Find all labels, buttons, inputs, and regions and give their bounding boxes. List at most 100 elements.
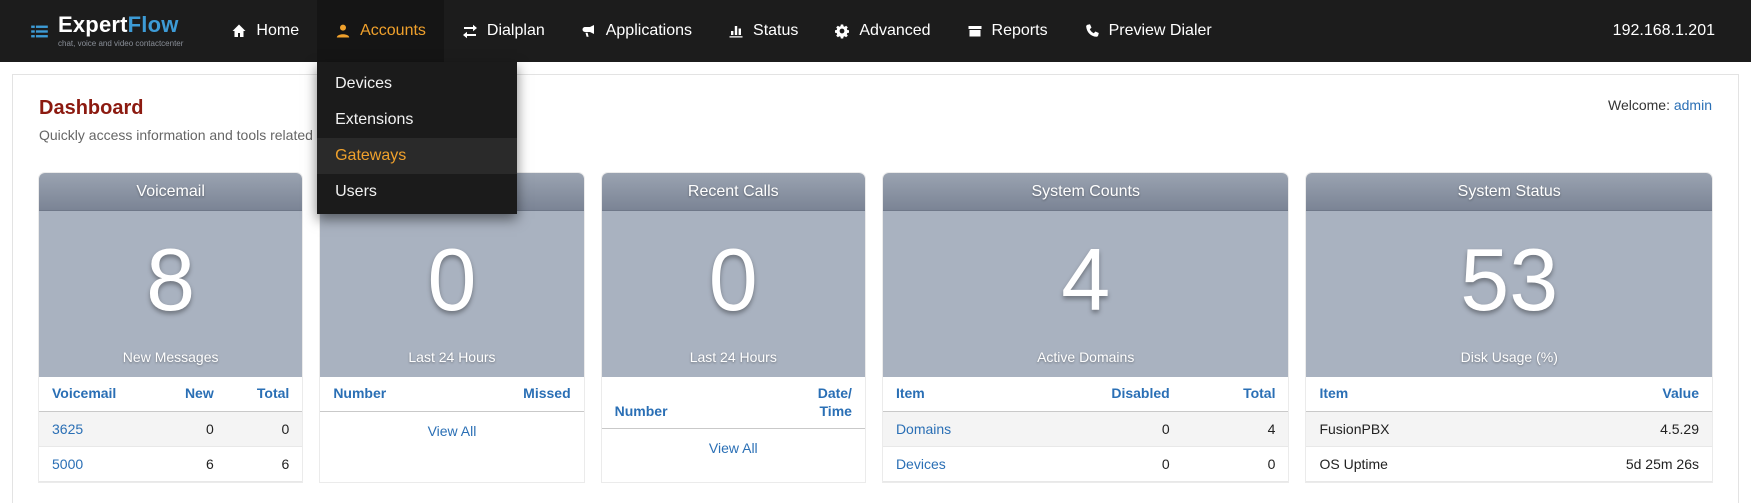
cell-link[interactable]: Devices	[896, 456, 946, 472]
table-cell: 0	[156, 411, 227, 446]
nav-item-label: Home	[256, 22, 299, 40]
menu-item-devices[interactable]: Devices	[317, 66, 517, 102]
table-cell: 4.5.29	[1506, 411, 1712, 446]
welcome-text: Welcome: admin	[1608, 97, 1712, 113]
card-big-number: 8	[146, 211, 195, 349]
table-cell: FusionPBX	[1306, 411, 1506, 446]
column-header-item: Item	[883, 377, 1030, 411]
column-header-disabled: Disabled	[1030, 377, 1183, 411]
welcome-label: Welcome:	[1608, 97, 1670, 113]
brand-tagline: chat, voice and video contactcenter	[58, 39, 183, 48]
menu-item-gateways[interactable]: Gateways	[317, 138, 517, 174]
server-ip: 192.168.1.201	[1577, 0, 1751, 62]
nav-item-label: Status	[753, 22, 798, 40]
page-header: Dashboard Quickly access information and…	[39, 97, 1712, 143]
main-menu: Home Accounts DevicesExtensionsGatewaysU…	[213, 0, 1229, 62]
column-header-item: Item	[1306, 377, 1506, 411]
dashboard-cards: Voicemail 8 New Messages VoicemailNewTot…	[39, 173, 1712, 482]
table-cell: 3625	[39, 411, 156, 446]
card-hero: 53 Disk Usage (%)	[1306, 211, 1712, 377]
megaphone-icon	[581, 23, 597, 39]
card-title: Recent Calls	[602, 173, 865, 211]
nav-item-label: Advanced	[859, 22, 930, 40]
table-row: Devices 00	[883, 446, 1289, 481]
page-title: Dashboard	[39, 97, 313, 120]
table-cell: 0	[1183, 446, 1289, 481]
table-row: FusionPBX4.5.29	[1306, 411, 1712, 446]
column-header-number: Number	[320, 377, 456, 411]
nav-item-reports[interactable]: Reports	[949, 0, 1066, 62]
card-hero: 0 Last 24 Hours	[320, 211, 583, 377]
card-big-number: 53	[1460, 211, 1558, 349]
table-cell: 6	[156, 446, 227, 481]
column-header-value: Value	[1506, 377, 1712, 411]
card-table: ItemValue FusionPBX4.5.29OS Uptime5d 25m…	[1306, 377, 1712, 482]
card-table: NumberDate/ Time	[602, 377, 865, 429]
cell-link[interactable]: 5000	[52, 456, 83, 472]
table-header-row: NumberMissed	[320, 377, 583, 411]
table-cell: 5d 25m 26s	[1506, 446, 1712, 481]
table-row: 362500	[39, 411, 302, 446]
card-caption: Last 24 Hours	[690, 349, 777, 377]
accounts-dropdown-menu: DevicesExtensionsGatewaysUsers	[317, 62, 517, 214]
view-all-link[interactable]: View All	[709, 429, 758, 469]
brand-logo[interactable]: ExpertFlow chat, voice and video contact…	[0, 0, 213, 62]
nav-item-status[interactable]: Status	[710, 0, 816, 62]
nav-item-applications[interactable]: Applications	[563, 0, 710, 62]
cell-link[interactable]: Domains	[896, 421, 951, 437]
welcome-user-link[interactable]: admin	[1674, 97, 1712, 113]
card-table: ItemDisabledTotal Domains 04 Devices 00	[883, 377, 1289, 482]
card-hero: 0 Last 24 Hours	[602, 211, 865, 377]
card-title: Voicemail	[39, 173, 302, 211]
card-table: NumberMissed	[320, 377, 583, 412]
table-cell: 6	[227, 446, 303, 481]
nav-item-preview-dialer[interactable]: Preview Dialer	[1066, 0, 1230, 62]
card-recent-calls: Recent Calls 0 Last 24 Hours NumberDate/…	[602, 173, 865, 482]
card-system-counts: System Counts 4 Active Domains ItemDisab…	[883, 173, 1289, 482]
table-header-row: ItemDisabledTotal	[883, 377, 1289, 411]
table-row: OS Uptime5d 25m 26s	[1306, 446, 1712, 481]
view-all-link[interactable]: View All	[428, 412, 477, 452]
column-header-total: Total	[227, 377, 303, 411]
nav-item-label: Reports	[992, 22, 1048, 40]
menu-item-users[interactable]: Users	[317, 174, 517, 210]
nav-item-dialplan[interactable]: Dialplan	[444, 0, 563, 62]
nav-item-advanced[interactable]: Advanced	[816, 0, 948, 62]
brand-name-part1: Expert	[58, 12, 128, 37]
table-row: 5000 66	[39, 446, 302, 481]
table-row: Domains 04	[883, 411, 1289, 446]
card-hero: 4 Active Domains	[883, 211, 1289, 377]
nav-item-accounts[interactable]: Accounts DevicesExtensionsGatewaysUsers	[317, 0, 444, 62]
cell-link[interactable]: 3625	[52, 421, 83, 437]
column-header-voicemail: Voicemail	[39, 377, 156, 411]
nav-item-home[interactable]: Home	[213, 0, 317, 62]
card-caption: Disk Usage (%)	[1461, 349, 1558, 377]
card-missed-calls: Missed Calls 0 Last 24 Hours NumberMisse…	[320, 173, 583, 482]
view-all-area: View All	[320, 412, 583, 452]
page-subtitle: Quickly access information and tools rel…	[39, 127, 313, 143]
table-cell: 4	[1183, 411, 1289, 446]
card-big-number: 0	[427, 211, 476, 349]
table-cell: Domains	[883, 411, 1030, 446]
table-cell: 0	[1030, 446, 1183, 481]
card-caption: Active Domains	[1037, 349, 1134, 377]
table-cell: 5000	[39, 446, 156, 481]
column-header-new: New	[156, 377, 227, 411]
table-header-row: VoicemailNewTotal	[39, 377, 302, 411]
nav-item-label: Preview Dialer	[1109, 22, 1212, 40]
nav-item-label: Accounts	[360, 22, 426, 40]
expertflow-logo-icon	[30, 22, 49, 41]
menu-item-extensions[interactable]: Extensions	[317, 102, 517, 138]
table-cell: Devices	[883, 446, 1030, 481]
brand-name-part2: Flow	[128, 12, 179, 37]
table-cell: 0	[1030, 411, 1183, 446]
card-hero: 8 New Messages	[39, 211, 302, 377]
top-navbar: ExpertFlow chat, voice and video contact…	[0, 0, 1751, 62]
bar-chart-icon	[728, 23, 744, 39]
table-header-row: NumberDate/ Time	[602, 377, 865, 429]
nav-item-label: Dialplan	[487, 22, 545, 40]
card-voicemail: Voicemail 8 New Messages VoicemailNewTot…	[39, 173, 302, 482]
user-icon	[335, 23, 351, 39]
column-header-date-time: Date/ Time	[805, 377, 865, 429]
phone-icon	[1084, 23, 1100, 39]
